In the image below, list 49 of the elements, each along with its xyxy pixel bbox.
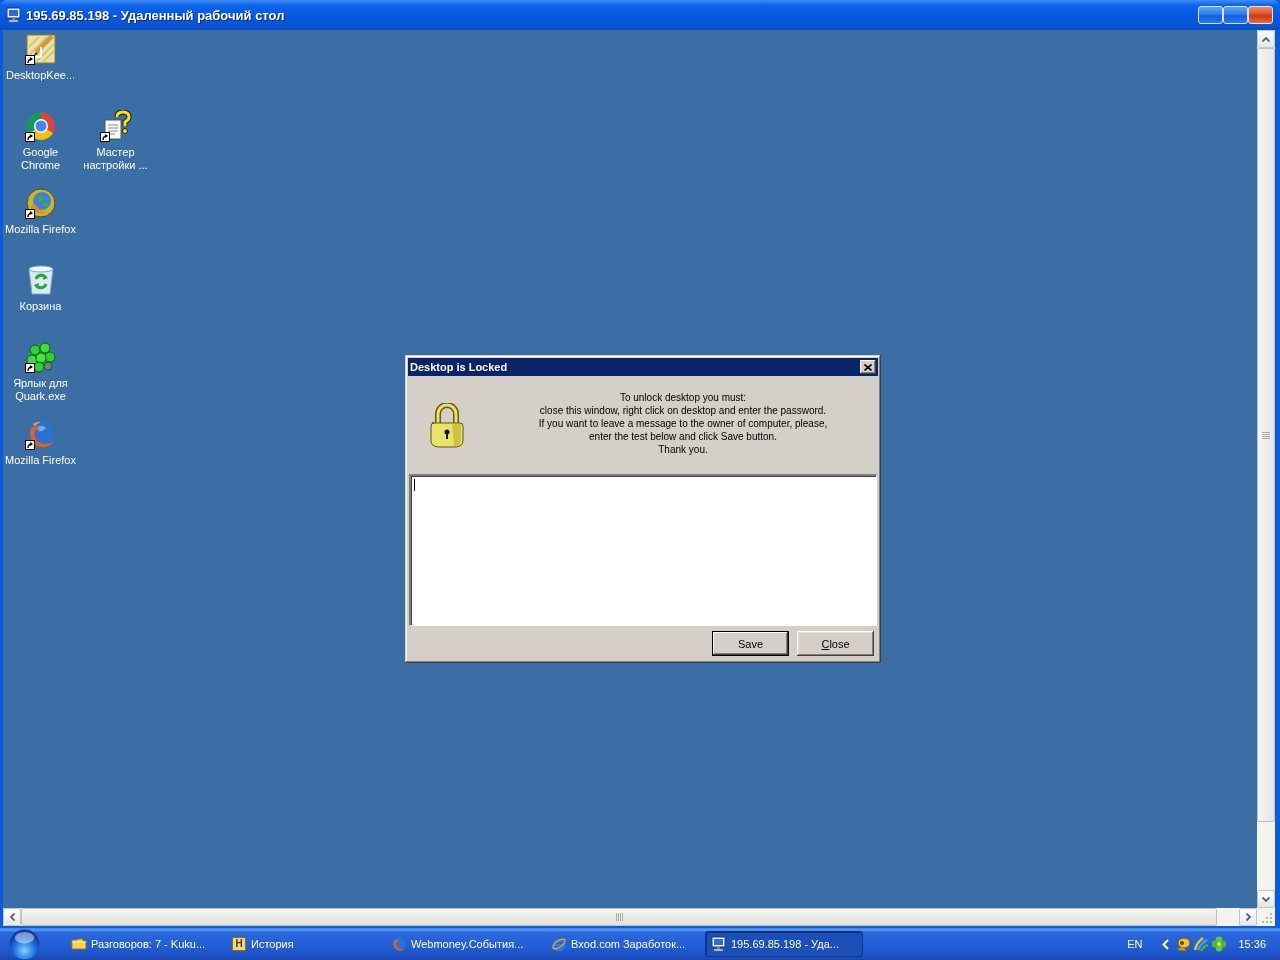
monitor-icon <box>711 936 727 952</box>
message-field[interactable] <box>409 474 877 626</box>
scroll-left-button[interactable] <box>3 908 21 926</box>
orbit-globe-icon <box>551 936 567 952</box>
scroll-down-button[interactable] <box>1257 890 1275 908</box>
desktop-shortcut[interactable]: Ярлык для Quark.exe <box>3 341 78 403</box>
desktop-shortcut[interactable]: Мастер настройки ... <box>78 110 153 172</box>
swirl-globe-icon <box>391 936 407 952</box>
orb-icon <box>9 928 40 960</box>
monitor-icon <box>6 7 22 23</box>
desktop-shortcut[interactable]: Mozilla Firefox <box>3 418 78 467</box>
letter-tile-icon: H <box>232 937 246 951</box>
taskbar-button[interactable]: H История <box>225 931 383 957</box>
folder-icon <box>71 936 87 952</box>
dialog-button[interactable]: Close <box>797 631 874 656</box>
maximize-button[interactable] <box>1223 6 1248 24</box>
taskbar-button[interactable]: Bxod.com Заработок... <box>545 931 703 957</box>
taskbar-button[interactable]: Webmoney.События... <box>385 931 543 957</box>
desktop-shortcut[interactable]: DesktopKee... <box>3 33 78 82</box>
resize-grip-icon[interactable] <box>1257 908 1275 926</box>
close-icon <box>864 363 872 371</box>
taskbar-button[interactable]: Разговоров: 7 - Kuku... <box>65 931 223 957</box>
close-button[interactable] <box>860 360 876 374</box>
language-indicator[interactable]: EN <box>1127 938 1143 950</box>
notepad-pencil-icon <box>24 33 57 65</box>
desktop-shortcut[interactable]: Корзина <box>3 264 78 313</box>
chat-figure-icon[interactable] <box>1175 936 1192 952</box>
chevron-left-icon <box>9 913 15 921</box>
grip-icon <box>615 913 623 921</box>
desktop-shortcut[interactable]: Mozilla Firefox <box>3 187 78 236</box>
unlock-instructions: To unlock desktop you must: close this window, right click on desktop and enter the password. If you want to leave a message to the owner of computer, please, enter the test below and click Save button. Thank you. <box>537 391 829 456</box>
taskbar-button[interactable]: 195.69.85.198 - Уда... <box>705 931 863 957</box>
dialog-title: Desktop is Locked <box>410 361 508 373</box>
chevron-down-icon <box>1262 896 1270 902</box>
clock[interactable]: 15:36 <box>1238 938 1266 950</box>
dialog-button[interactable]: Save <box>712 631 789 656</box>
segmented-circle-icon <box>24 110 57 142</box>
chevron-up-icon <box>1262 36 1270 42</box>
window-title: 195.69.85.198 - Удаленный рабочий стол <box>26 7 286 23</box>
chevron-right-icon <box>1245 913 1251 921</box>
padlock-icon <box>430 403 464 448</box>
scroll-up-button[interactable] <box>1257 30 1275 48</box>
flower-icon[interactable] <box>1211 936 1228 952</box>
scroll-right-button[interactable] <box>1239 908 1257 926</box>
desktop-shortcut[interactable]: Google Chrome <box>3 110 78 172</box>
grip-icon <box>1262 431 1270 439</box>
feather-icon[interactable] <box>1193 936 1210 952</box>
chevron-left-icon <box>1162 938 1170 950</box>
minimize-button[interactable] <box>1198 6 1223 24</box>
